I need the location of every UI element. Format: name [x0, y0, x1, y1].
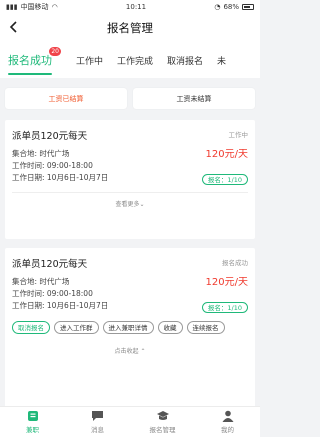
- job-icon: [26, 410, 40, 422]
- favorite-button[interactable]: 收藏: [157, 321, 183, 334]
- view-more-link[interactable]: 查看更多⌄: [12, 192, 248, 210]
- tab-badge: 20: [49, 47, 61, 56]
- chevron-left-icon: [9, 21, 17, 33]
- filter-row: 工资已结算 工资未结算: [0, 78, 260, 115]
- bottom-nav-messages[interactable]: 消息: [65, 407, 130, 437]
- job-card[interactable]: 派单员120元每天 报名成功 集合地: 时代广场 工作时间: 09:00-18:…: [5, 248, 255, 418]
- tab-working[interactable]: 工作中: [76, 42, 103, 78]
- job-title: 派单员120元每天: [12, 131, 88, 142]
- bottom-nav-jobs[interactable]: 兼职: [0, 407, 65, 437]
- tab-label: 工作完成: [117, 56, 154, 67]
- tab-cancelled[interactable]: 取消报名: [167, 42, 203, 78]
- back-button[interactable]: [6, 19, 22, 35]
- collapse-link[interactable]: 点击收起 ⌃: [12, 340, 248, 357]
- clock: 10:11: [125, 2, 147, 11]
- job-card[interactable]: 派单员120元每天 工作中 集合地: 时代广场 工作时间: 09:00-18:0…: [5, 120, 255, 239]
- tab-label: 取消报名: [167, 56, 204, 67]
- status-bar: ▮▮▮ 中国移动 ◠ 10:11 ◔ 68%: [0, 0, 260, 13]
- action-row: 取消报名 进入工作群 进入兼职详情 收藏 连续报名: [12, 321, 248, 334]
- signup-count-badge: 报名：1/10: [201, 174, 248, 185]
- wifi-icon: ◠: [51, 2, 58, 11]
- tab-label: 未: [217, 56, 227, 67]
- job-price: 120元/天: [205, 277, 248, 288]
- tab-signup-success[interactable]: 报名成功 20: [8, 42, 61, 78]
- job-work-time: 工作时间: 09:00-18:00: [12, 161, 93, 170]
- job-detail-button[interactable]: 进入兼职详情: [102, 321, 154, 334]
- page-title: 报名管理: [107, 20, 153, 35]
- filter-unsettled-button[interactable]: 工资未结算: [133, 88, 255, 109]
- job-status: 工作中: [228, 131, 249, 139]
- job-status: 报名成功: [222, 259, 248, 267]
- signal-icon: ▮▮▮: [6, 2, 18, 11]
- cancel-signup-button[interactable]: 取消报名: [12, 321, 50, 334]
- nav-bar: 报名管理: [0, 13, 260, 42]
- job-title: 派单员120元每天: [12, 259, 88, 270]
- tab-label: 报名成功: [8, 54, 52, 67]
- battery-label: 68%: [223, 2, 239, 11]
- tab-partial[interactable]: 未: [217, 42, 226, 78]
- message-icon: [91, 410, 105, 422]
- signup-count-badge: 报名：1/10: [201, 302, 248, 313]
- repeat-signup-button[interactable]: 连续报名: [186, 321, 225, 334]
- job-work-time: 工作时间: 09:00-18:00: [12, 289, 93, 298]
- bottom-nav-signup-management[interactable]: 报名管理: [130, 407, 195, 437]
- battery-icon: [242, 3, 254, 10]
- graduation-cap-icon: [156, 410, 170, 422]
- bottom-nav: 兼职 消息 报名管理 我的: [0, 406, 260, 437]
- join-work-group-button[interactable]: 进入工作群: [54, 321, 99, 334]
- bottom-nav-label: 报名管理: [149, 426, 176, 434]
- bottom-nav-label: 我的: [221, 426, 234, 434]
- tab-label: 工作中: [76, 56, 104, 67]
- alarm-icon: ◔: [214, 2, 221, 11]
- job-price: 120元/天: [205, 149, 248, 160]
- bottom-nav-label: 消息: [91, 426, 104, 434]
- bottom-nav-label: 兼职: [26, 426, 39, 434]
- bottom-nav-profile[interactable]: 我的: [195, 407, 260, 437]
- carrier-label: 中国移动: [20, 2, 49, 11]
- person-icon: [221, 410, 235, 422]
- tab-work-completed[interactable]: 工作完成: [117, 42, 153, 78]
- filter-settled-button[interactable]: 工资已结算: [5, 88, 127, 109]
- tab-bar: 报名成功 20 工作中 工作完成 取消报名 未: [0, 42, 260, 78]
